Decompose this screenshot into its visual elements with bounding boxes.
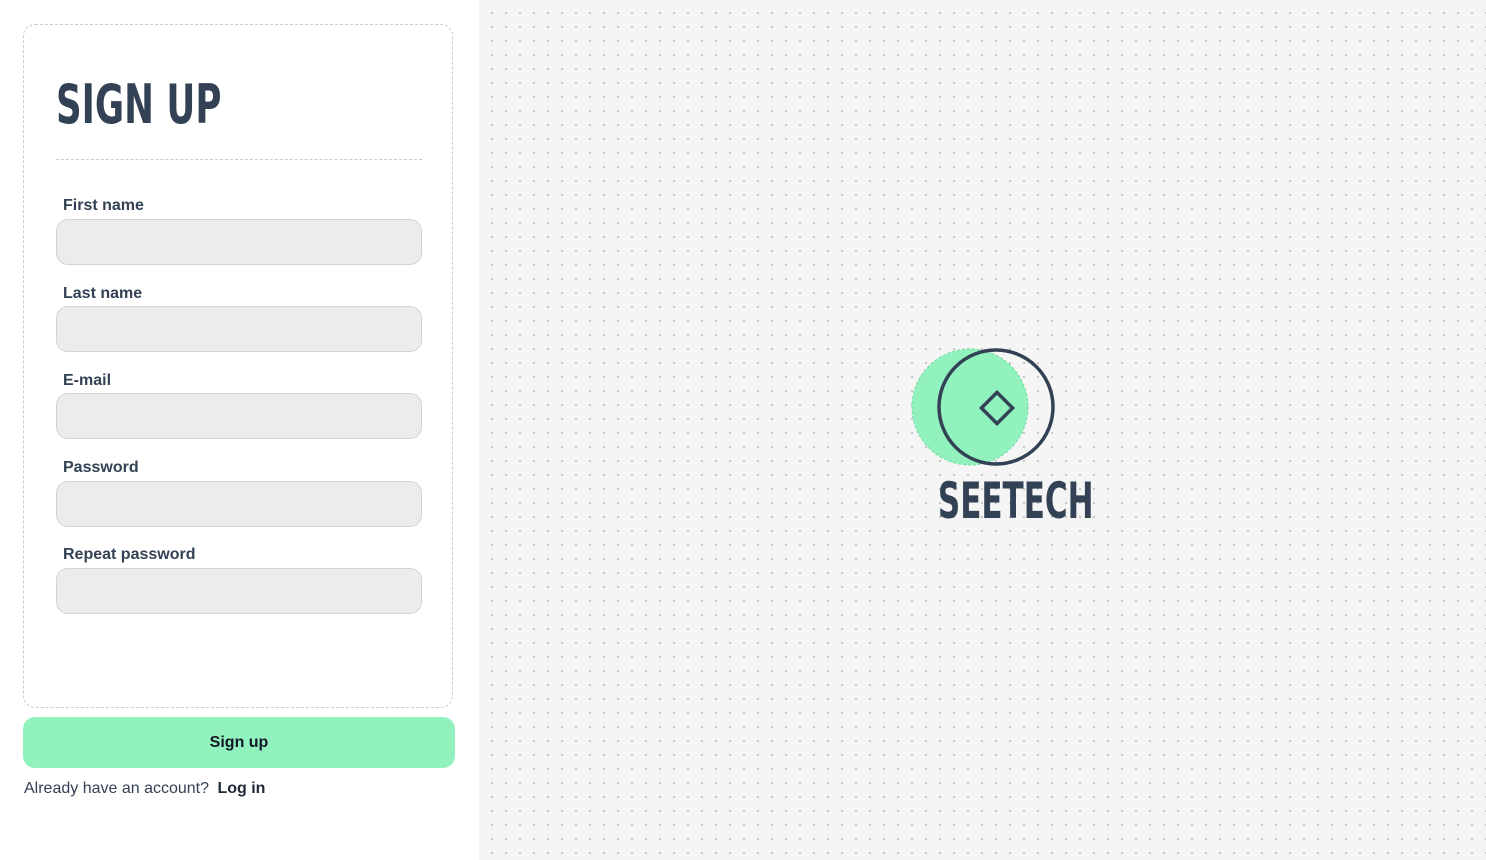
login-prompt-text: Already have an account? [24,780,210,797]
signup-panel: SIGN UP First name Last name E-mail Pass… [0,0,479,860]
repeat-password-field[interactable] [56,568,422,614]
circle-diamond-logo-icon [911,348,1055,466]
brand-logo: SEETECH [909,346,1094,530]
title-divider [56,159,422,160]
first-name-field[interactable] [56,219,422,265]
log-in-link[interactable]: Log in [217,780,265,797]
signup-form-card: SIGN UP First name Last name E-mail Pass… [23,24,453,708]
email-field[interactable] [56,393,422,439]
sign-up-button[interactable]: Sign up [23,717,455,768]
last-name-field[interactable] [56,306,422,352]
first-name-label: First name [63,197,144,214]
brand-name: SEETECH [937,472,1094,530]
password-field[interactable] [56,481,422,527]
page-title: SIGN UP [56,73,222,136]
email-label: E-mail [63,372,112,389]
login-prompt-row: Already have an account? Log in [24,779,265,799]
repeat-password-label: Repeat password [63,546,196,563]
brand-panel: SEETECH [479,0,1486,860]
last-name-label: Last name [63,285,143,302]
password-label: Password [63,459,139,476]
